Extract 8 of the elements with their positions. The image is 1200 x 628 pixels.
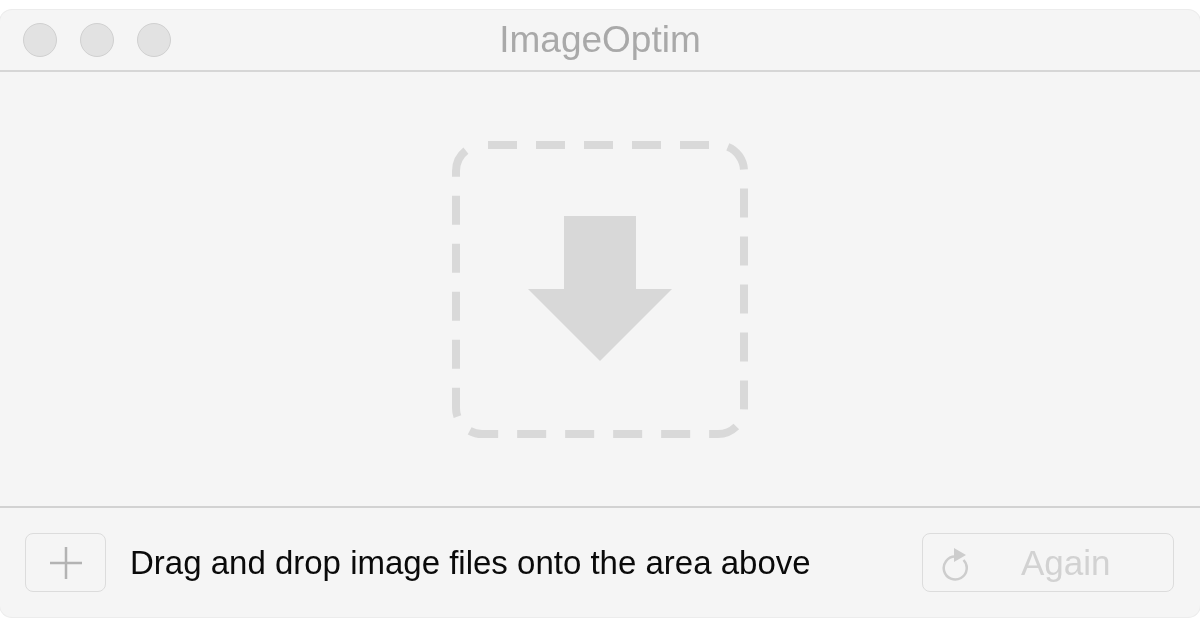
add-button[interactable] xyxy=(25,533,106,592)
minimize-button[interactable] xyxy=(80,23,114,57)
window-title: ImageOptim xyxy=(499,19,701,61)
drop-zone-icon xyxy=(452,140,748,438)
plus-icon xyxy=(49,546,82,579)
close-button[interactable] xyxy=(23,23,57,57)
maximize-button[interactable] xyxy=(137,23,171,57)
hint-text: Drag and drop image files onto the area above xyxy=(130,543,811,582)
